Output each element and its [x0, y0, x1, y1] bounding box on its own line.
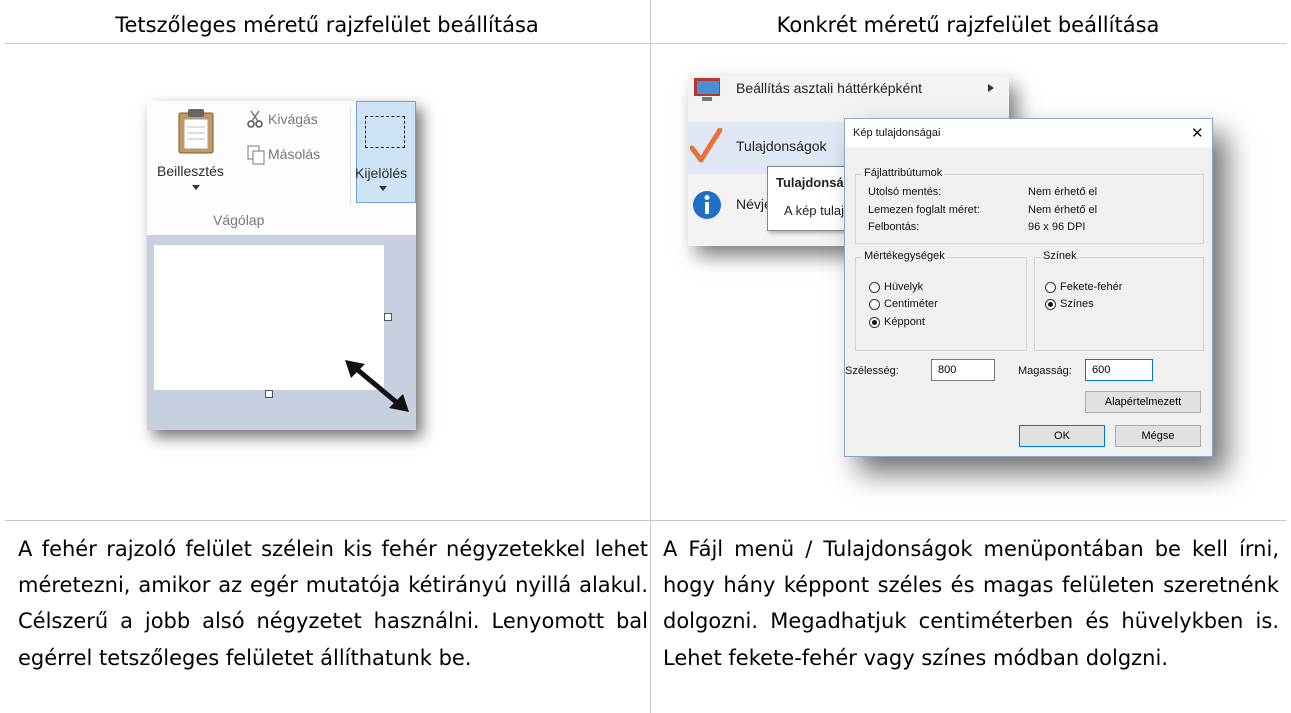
radio-color[interactable]	[1045, 299, 1056, 310]
paint-canvas-screenshot: Beillesztés Kivágás Másolás Kijelölés Vá…	[147, 101, 416, 430]
info-icon	[693, 191, 721, 219]
chevron-down-icon	[379, 186, 387, 191]
selection-rect-icon	[365, 116, 405, 148]
width-input[interactable]: 800	[931, 359, 995, 381]
last-saved-value: Nem érhető el	[1028, 186, 1098, 198]
menu-item-wallpaper[interactable]: Beállítás asztali háttérképként	[736, 80, 922, 96]
monitor-icon	[694, 78, 720, 101]
resize-arrow-icon	[345, 360, 409, 412]
file-attributes-label: Fájlattribútumok	[862, 167, 945, 179]
radio-black-white[interactable]	[1045, 282, 1056, 293]
height-label: Magasság:	[1018, 365, 1072, 377]
chevron-right-icon	[988, 84, 994, 92]
ribbon: Beillesztés Kivágás Másolás Kijelölés Vá…	[147, 101, 416, 235]
disk-size-label: Lemezen foglalt méret:	[868, 204, 980, 216]
close-icon[interactable]: ✕	[1191, 124, 1204, 142]
ok-button[interactable]: OK	[1019, 425, 1105, 447]
clipboard-icon	[178, 109, 214, 154]
radio-pixel-label: Képpont	[884, 316, 925, 328]
radio-centimeter[interactable]	[869, 299, 880, 310]
colors-group: Színek Fekete-fehér Színes	[1034, 250, 1204, 351]
units-label: Mértékegységek	[862, 250, 947, 262]
colors-label: Színek	[1041, 250, 1079, 262]
width-label: Szélesség:	[845, 365, 899, 377]
table-column-divider	[650, 0, 651, 713]
radio-black-white-label: Fekete-fehér	[1060, 281, 1123, 293]
default-button[interactable]: Alapértelmezett	[1085, 391, 1201, 413]
disk-size-value: Nem érhető el	[1028, 204, 1098, 216]
dialog-title: Kép tulajdonságai	[853, 127, 941, 139]
height-input[interactable]: 600	[1085, 359, 1153, 381]
dialog-titlebar: Kép tulajdonságai ✕	[845, 119, 1212, 147]
right-description: A Fájl menü / Tulajdonságok menüpontában…	[663, 537, 1279, 670]
radio-pixel[interactable]	[869, 317, 880, 328]
select-label: Kijelölés	[355, 165, 408, 181]
file-attributes-group: Fájlattribútumok Utolsó mentés: Nem érhe…	[855, 167, 1204, 244]
radio-color-label: Színes	[1060, 298, 1094, 310]
table-row-divider	[5, 520, 1286, 521]
copy-button[interactable]: Másolás	[268, 146, 320, 162]
ribbon-separator	[350, 107, 351, 205]
checkmark-icon	[690, 128, 722, 163]
table-header-divider	[5, 43, 1286, 44]
scissors-icon	[247, 110, 263, 128]
cancel-button[interactable]: Mégse	[1115, 425, 1201, 447]
resize-handle-bottom[interactable]	[265, 390, 273, 398]
radio-inch[interactable]	[869, 282, 880, 293]
copy-icon	[247, 145, 265, 165]
chevron-down-icon	[192, 185, 200, 190]
left-description: A fehér rajzoló felület szélein kis fehé…	[18, 537, 648, 670]
right-column-title: Konkrét méretű rajzfelület beállítása	[776, 13, 1160, 37]
left-column-title: Tetszőleges méretű rajzfelület beállítás…	[115, 13, 539, 37]
cut-button[interactable]: Kivágás	[268, 111, 318, 127]
image-properties-dialog: Kép tulajdonságai ✕ Fájlattribútumok Uto…	[844, 118, 1213, 457]
select-button[interactable]: Kijelölés	[355, 101, 416, 203]
clipboard-group-label: Vágólap	[213, 212, 265, 228]
menu-item-properties[interactable]: Tulajdonságok	[736, 138, 827, 154]
radio-centimeter-label: Centiméter	[884, 298, 938, 310]
resize-handle-right[interactable]	[384, 313, 392, 321]
resolution-value: 96 x 96 DPI	[1028, 221, 1086, 233]
radio-inch-label: Hüvelyk	[884, 281, 924, 293]
paste-button[interactable]: Beillesztés	[157, 163, 224, 179]
last-saved-label: Utolsó mentés:	[868, 186, 942, 198]
units-group: Mértékegységek Hüvelyk Centiméter Képpon…	[855, 250, 1027, 351]
resolution-label: Felbontás:	[868, 221, 920, 233]
